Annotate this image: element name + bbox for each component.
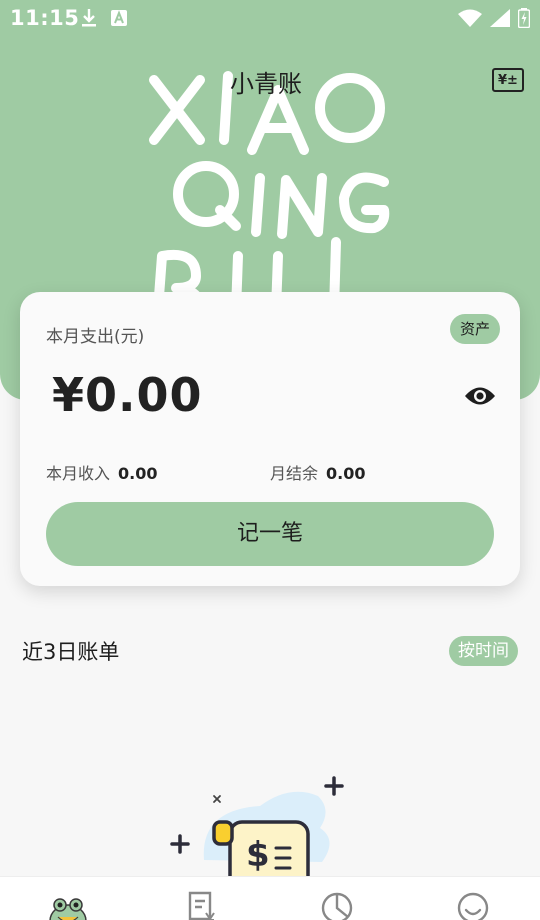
monthly-expense-label: 本月支出(元): [46, 327, 145, 347]
bottom-nav: [0, 876, 540, 920]
smile-icon[interactable]: [456, 891, 490, 920]
brand-lettering-art: [149, 71, 390, 310]
notification-app-icon: [111, 10, 127, 26]
eye-icon[interactable]: [464, 382, 496, 410]
balance-value: 0.00: [326, 464, 366, 483]
balance-stat: 月结余 0.00: [270, 460, 366, 484]
balance-label: 月结余: [270, 464, 319, 483]
bill-icon[interactable]: [186, 891, 220, 920]
recent-bills-title: 近3日账单: [22, 640, 120, 664]
wallet-icon[interactable]: ¥±: [492, 68, 524, 92]
pie-chart-icon[interactable]: [320, 891, 354, 920]
wifi-icon: [458, 9, 482, 27]
sort-by-time-button[interactable]: 按时间: [449, 636, 518, 666]
income-label: 本月收入: [46, 464, 111, 483]
signal-icon: [490, 9, 510, 27]
battery-icon: [518, 8, 530, 28]
summary-card: 本月支出(元) 资产 ¥0.00 本月收入 0.00 月结余 0.00 记一笔: [20, 292, 520, 586]
record-entry-button[interactable]: 记一笔: [46, 502, 494, 566]
income-stat: 本月收入 0.00: [46, 460, 158, 484]
monthly-expense-amount: ¥0.00: [52, 368, 203, 422]
status-bar: 11:15: [0, 0, 540, 36]
income-value: 0.00: [118, 464, 158, 483]
app-title: 小青账: [230, 70, 302, 98]
svg-text:$: $: [246, 835, 270, 875]
empty-bills-illustration: $: [170, 776, 344, 880]
asset-button[interactable]: 资产: [449, 314, 500, 344]
status-time: 11:15: [10, 6, 80, 30]
frog-avatar-icon[interactable]: [48, 893, 88, 920]
download-icon: [82, 9, 96, 27]
